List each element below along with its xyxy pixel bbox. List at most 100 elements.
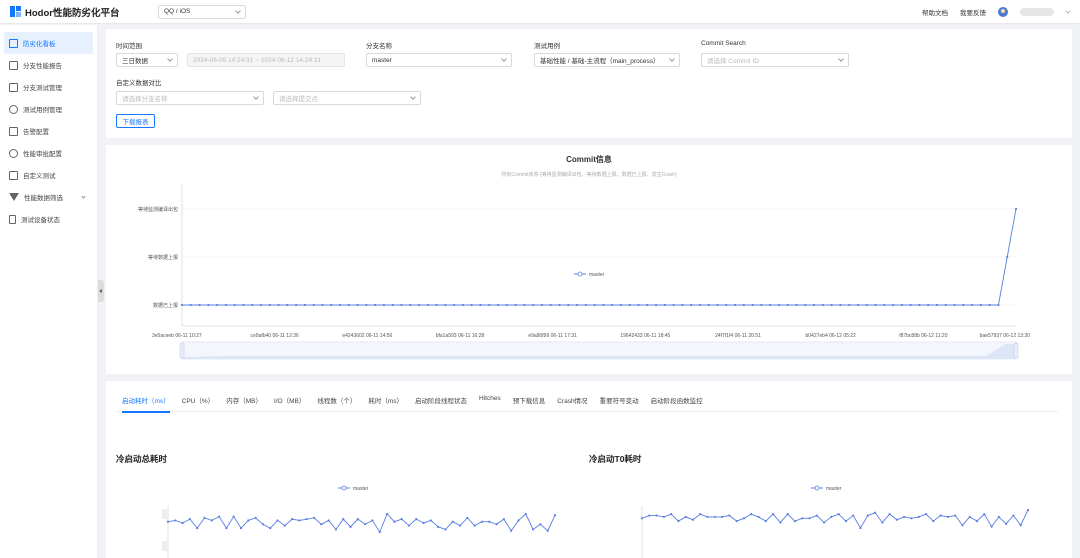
data-point[interactable] xyxy=(356,518,359,521)
data-point[interactable] xyxy=(690,303,693,307)
data-point[interactable] xyxy=(662,515,665,519)
data-point[interactable] xyxy=(681,303,684,307)
data-point[interactable] xyxy=(1014,207,1018,211)
data-point[interactable] xyxy=(988,303,991,307)
data-point[interactable] xyxy=(327,519,330,522)
data-point[interactable] xyxy=(277,303,280,307)
data-point[interactable] xyxy=(821,303,824,307)
data-point[interactable] xyxy=(283,524,286,527)
data-point[interactable] xyxy=(997,515,1000,519)
data-point[interactable] xyxy=(312,516,316,519)
data-point[interactable] xyxy=(261,523,265,526)
data-zoom-slider[interactable] xyxy=(179,341,1019,360)
data-point[interactable] xyxy=(510,529,513,532)
data-point[interactable] xyxy=(218,515,221,518)
data-point[interactable] xyxy=(286,303,289,307)
data-point[interactable] xyxy=(196,527,199,530)
data-point[interactable] xyxy=(961,524,964,527)
sidebar-item-dashboard[interactable]: 防劣化看板 xyxy=(4,32,93,54)
data-point[interactable] xyxy=(429,519,432,522)
user-name[interactable] xyxy=(1020,7,1054,16)
sidebar-item-branch-report[interactable]: 分支性能报告 xyxy=(0,54,97,76)
data-point[interactable] xyxy=(935,303,939,307)
data-point[interactable] xyxy=(320,523,323,526)
data-point[interactable] xyxy=(232,515,235,518)
startup-charts[interactable]: master master xyxy=(106,381,1072,558)
data-point[interactable] xyxy=(1012,514,1015,517)
data-point[interactable] xyxy=(611,303,614,307)
data-point[interactable] xyxy=(295,303,298,307)
data-point[interactable] xyxy=(203,516,206,519)
data-point[interactable] xyxy=(298,519,301,522)
data-point[interactable] xyxy=(910,517,913,520)
sidebar-item-alert[interactable]: 告警配置 xyxy=(0,120,97,142)
data-point[interactable] xyxy=(769,303,772,307)
data-point[interactable] xyxy=(567,303,570,307)
data-point[interactable] xyxy=(786,303,789,307)
data-point[interactable] xyxy=(646,303,649,307)
data-point[interactable] xyxy=(259,303,263,307)
right-legend[interactable]: master xyxy=(811,485,842,492)
data-point[interactable] xyxy=(786,513,789,516)
data-point[interactable] xyxy=(422,521,425,525)
data-point[interactable] xyxy=(713,515,716,519)
data-point[interactable] xyxy=(888,513,891,516)
data-point[interactable] xyxy=(655,514,658,517)
data-point[interactable] xyxy=(707,303,710,307)
data-point[interactable] xyxy=(804,303,807,307)
data-point[interactable] xyxy=(628,303,631,307)
data-point[interactable] xyxy=(233,303,236,307)
data-point[interactable] xyxy=(496,303,500,307)
data-point[interactable] xyxy=(1005,522,1008,525)
data-point[interactable] xyxy=(305,518,308,521)
sidebar-collapse-button[interactable] xyxy=(98,280,104,302)
data-point[interactable] xyxy=(760,303,763,307)
data-point[interactable] xyxy=(873,511,877,514)
data-point[interactable] xyxy=(334,528,338,531)
data-point[interactable] xyxy=(742,303,745,307)
data-point[interactable] xyxy=(917,515,920,519)
data-point[interactable] xyxy=(733,303,737,307)
data-point[interactable] xyxy=(524,512,527,516)
data-point[interactable] xyxy=(757,515,760,519)
data-point[interactable] xyxy=(663,303,666,307)
data-point[interactable] xyxy=(815,514,818,517)
data-point[interactable] xyxy=(546,529,549,532)
data-point[interactable] xyxy=(458,524,462,527)
left-zoom-handle[interactable] xyxy=(162,509,167,519)
data-point[interactable] xyxy=(415,518,418,521)
data-point[interactable] xyxy=(488,303,491,307)
data-point[interactable] xyxy=(779,521,782,524)
data-point[interactable] xyxy=(374,303,377,307)
data-point[interactable] xyxy=(254,516,257,519)
data-point[interactable] xyxy=(242,303,245,307)
data-point[interactable] xyxy=(637,303,640,307)
data-point[interactable] xyxy=(207,303,210,307)
data-point[interactable] xyxy=(698,303,702,307)
data-point[interactable] xyxy=(502,518,505,521)
data-point[interactable] xyxy=(523,303,526,307)
commit-chart[interactable]: 等待监测编译出包 等待数据上报 数据已上报 master 3e5aceeb 06… xyxy=(106,145,1072,374)
data-point[interactable] xyxy=(575,303,579,307)
avatar[interactable] xyxy=(998,6,1008,17)
data-point[interactable] xyxy=(801,517,804,520)
data-point[interactable] xyxy=(549,303,552,307)
data-point[interactable] xyxy=(461,303,465,307)
data-point[interactable] xyxy=(874,303,877,307)
data-point[interactable] xyxy=(342,518,345,521)
data-point[interactable] xyxy=(558,303,561,307)
data-point[interactable] xyxy=(174,519,177,522)
data-point[interactable] xyxy=(865,303,868,307)
data-point[interactable] xyxy=(382,303,386,307)
data-point[interactable] xyxy=(400,303,403,307)
sidebar-item-device-status[interactable]: 测试设备状态 xyxy=(0,208,97,230)
data-point[interactable] xyxy=(962,303,965,307)
data-point[interactable] xyxy=(1019,524,1022,527)
data-point[interactable] xyxy=(953,303,956,307)
data-point[interactable] xyxy=(470,303,473,307)
sidebar-item-approval[interactable]: 性能审批配置 xyxy=(0,142,97,164)
data-point[interactable] xyxy=(180,303,184,307)
data-point[interactable] xyxy=(812,303,816,307)
data-point[interactable] xyxy=(670,513,673,516)
data-point[interactable] xyxy=(725,303,728,307)
